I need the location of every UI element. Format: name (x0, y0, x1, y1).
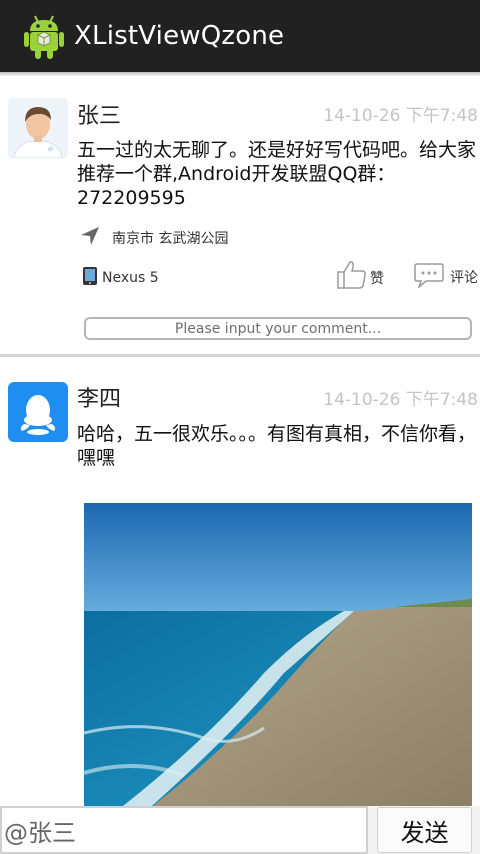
send-button[interactable]: 发送 (377, 807, 472, 853)
like-button[interactable]: 赞 (336, 258, 384, 294)
location-arrow-icon (80, 226, 100, 250)
comment-label: 评论 (450, 270, 478, 286)
action-bar: XListViewQzone (0, 0, 480, 76)
post-text: 哈哈，五一很欢乐。。。有图有真相，不信你看，嘿嘿 (77, 423, 477, 469)
comment-bubble-icon (414, 262, 444, 292)
username[interactable]: 张三 (77, 98, 121, 130)
app-title: XListViewQzone (74, 21, 285, 51)
list-item: 张三 14-10-26 下午7:48 五一过的太无聊了。还是好好写代码吧。给大家… (0, 76, 480, 354)
location-label: 南京市 玄武湖公园 (112, 231, 229, 247)
reply-bar: @张三 发送 (0, 806, 480, 854)
timestamp: 14-10-26 下午7:48 (323, 106, 478, 126)
avatar[interactable] (8, 382, 68, 442)
reply-input[interactable]: @张三 (0, 806, 368, 854)
feed-list[interactable]: 张三 14-10-26 下午7:48 五一过的太无聊了。还是好好写代码吧。给大家… (0, 76, 480, 806)
android-robot-icon[interactable] (24, 13, 64, 59)
username[interactable]: 李四 (77, 381, 121, 413)
timestamp: 14-10-26 下午7:48 (323, 390, 478, 410)
avatar[interactable] (8, 98, 68, 158)
post-text: 五一过的太无聊了。还是好好写代码吧。给大家推荐一个群,Android开发联盟QQ… (77, 139, 477, 209)
like-label: 赞 (370, 271, 384, 287)
location[interactable]: 南京市 玄武湖公园 (80, 226, 228, 250)
list-item: 李四 14-10-26 下午7:48 哈哈，五一很欢乐。。。有图有真相，不信你看… (0, 357, 480, 806)
thumbs-up-icon (336, 258, 368, 294)
device-info: Nexus 5 (82, 266, 159, 290)
comment-input[interactable]: Please input your comment... (84, 317, 472, 340)
beach-photo[interactable] (84, 503, 472, 806)
device-label: Nexus 5 (102, 270, 159, 286)
comment-button[interactable]: 评论 (414, 262, 478, 292)
phone-icon (82, 266, 98, 290)
